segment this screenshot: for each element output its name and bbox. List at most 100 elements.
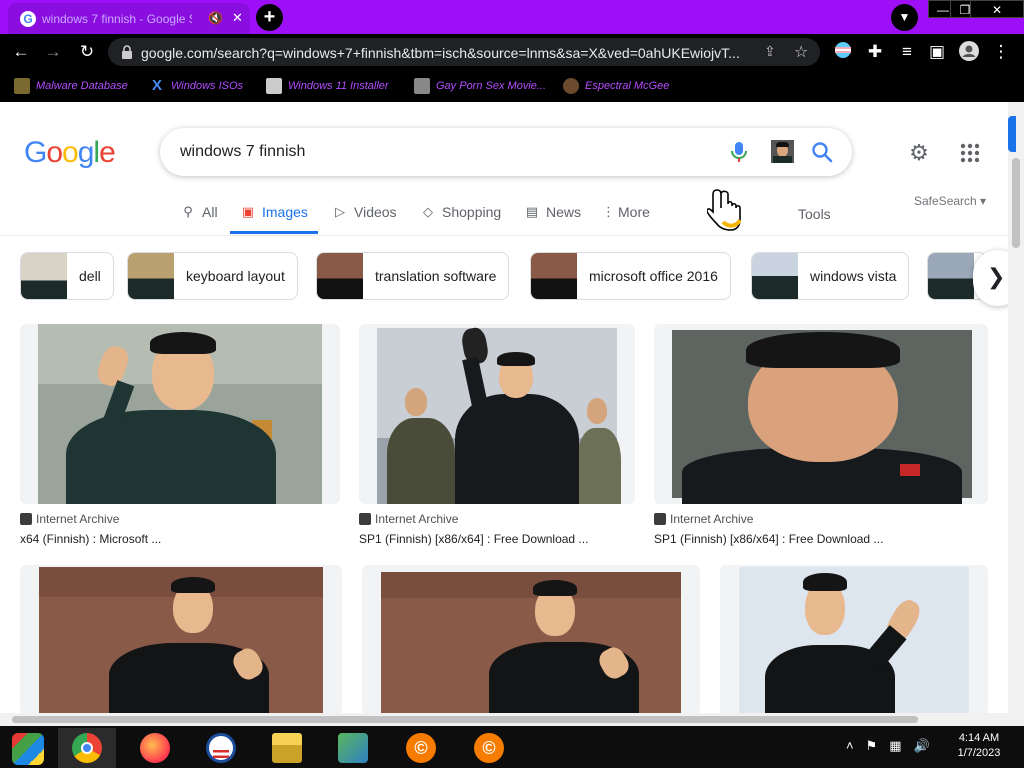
scrollbar-thumb[interactable]	[1012, 158, 1020, 248]
photo-group-waving	[377, 326, 621, 504]
reload-icon[interactable]: ↻	[76, 41, 98, 63]
bookmark-malware-database[interactable]: Malware Database	[14, 77, 128, 95]
clock-date: 1/7/2023	[957, 747, 1001, 759]
photo-person-waving	[38, 324, 322, 504]
lens-thumbnail-icon[interactable]	[771, 140, 794, 163]
browser-tab[interactable]: G windows 7 finnish - Google S... 🔇 ✕	[8, 3, 250, 34]
side-panel-icon[interactable]: ▣	[926, 41, 948, 63]
result-title[interactable]: x64 (Finnish) : Microsoft ...	[20, 532, 161, 546]
search-icon[interactable]	[810, 140, 834, 164]
google-images-page: Google windows 7 finnish ⚙ ⚲ All ▣ Image…	[0, 102, 1008, 714]
safesearch-dropdown[interactable]: SafeSearch ▾	[914, 194, 986, 208]
bookmark-espectral-mcgee[interactable]: Espectral McGee	[563, 77, 669, 95]
tab-news[interactable]: ▤ News	[524, 204, 581, 234]
image-result[interactable]: Internet Archive SP1 (Finnish) [x86/x64]…	[359, 324, 635, 546]
tab-videos[interactable]: ▷ Videos	[332, 204, 397, 234]
chrome-icon	[72, 733, 102, 763]
result-title[interactable]: SP1 (Finnish) [x86/x64] : Free Download …	[359, 532, 588, 546]
kebab-menu-icon[interactable]: ⋮	[990, 41, 1012, 63]
bookmark-windows-isos[interactable]: X Windows ISOs	[149, 77, 243, 95]
taskbar-file-explorer[interactable]	[258, 728, 316, 768]
speaker-mute-icon[interactable]: 🔇	[208, 11, 223, 25]
chip-label: dell	[79, 268, 101, 284]
tab-images[interactable]: ▣ Images	[230, 204, 318, 234]
bookmark-label: Espectral McGee	[585, 80, 670, 92]
google-logo[interactable]: Google	[24, 136, 116, 170]
vertical-scrollbar[interactable]	[1008, 102, 1024, 714]
taskbar-app-c[interactable]: ©	[392, 728, 450, 768]
related-chip-microsoft-office-2016[interactable]: microsoft office 2016	[530, 252, 731, 300]
start-button[interactable]	[0, 728, 58, 768]
result-image[interactable]	[20, 565, 342, 714]
tab-more[interactable]: ⋮ More	[602, 204, 650, 234]
tab-close-icon[interactable]: ✕	[232, 10, 243, 26]
related-chip-translation-software[interactable]: translation software	[316, 252, 510, 300]
obama-logo-icon	[206, 733, 236, 763]
horizontal-scrollbar[interactable]	[0, 713, 1024, 726]
result-source[interactable]: Internet Archive	[654, 512, 753, 526]
forward-arrow-icon[interactable]: →	[42, 41, 64, 63]
image-result[interactable]	[20, 565, 342, 714]
bookmark-star-icon[interactable]: ☆	[794, 42, 808, 62]
extensions-puzzle-icon[interactable]: ✚	[864, 41, 886, 63]
tab-label: Images	[262, 204, 308, 220]
scrollbar-thumb[interactable]	[12, 716, 918, 723]
search-box[interactable]: windows 7 finnish	[160, 128, 852, 176]
feedback-tab[interactable]	[1008, 116, 1016, 152]
result-image[interactable]	[362, 565, 700, 714]
apps-grid-icon[interactable]	[959, 142, 981, 164]
result-image[interactable]	[359, 324, 635, 504]
tools-button[interactable]: Tools	[798, 206, 831, 222]
close-window-button[interactable]: ✕	[970, 0, 1024, 18]
lock-icon	[122, 45, 132, 59]
share-icon[interactable]: ⇪	[764, 43, 776, 60]
photo-person-clapping-sky	[739, 567, 969, 714]
result-source[interactable]: Internet Archive	[359, 512, 458, 526]
bookmark-windows-11-installer[interactable]: Windows 11 Installer	[266, 77, 389, 95]
taskbar-app-c[interactable]: ©	[460, 728, 518, 768]
url-text[interactable]: google.com/search?q=windows+7+finnish&tb…	[141, 45, 761, 61]
related-chip-windows-vista[interactable]: windows vista	[751, 252, 910, 300]
image-result[interactable]: Internet Archive x64 (Finnish) : Microso…	[20, 324, 340, 546]
tab-all[interactable]: ⚲ All	[180, 204, 217, 234]
pride-flag-extension-icon[interactable]	[832, 41, 854, 63]
taskbar-chrome[interactable]	[58, 728, 116, 768]
volume-icon[interactable]: 🔊	[914, 738, 930, 754]
image-result[interactable]	[720, 565, 988, 714]
taskbar-network-app[interactable]	[324, 728, 382, 768]
image-result[interactable]: Internet Archive SP1 (Finnish) [x86/x64]…	[654, 324, 988, 546]
result-title[interactable]: SP1 (Finnish) [x86/x64] : Free Download …	[654, 532, 883, 546]
network-people-icon	[338, 733, 368, 763]
back-arrow-icon[interactable]: ←	[10, 41, 32, 63]
tray-chevron-up-icon[interactable]: ˄	[846, 738, 854, 754]
taskbar-firefox[interactable]	[126, 728, 184, 768]
chip-label: keyboard layout	[186, 268, 285, 284]
tab-search-button[interactable]: ▼	[891, 4, 918, 31]
tab-shopping[interactable]: ◇ Shopping	[420, 204, 501, 234]
file-explorer-icon	[272, 733, 302, 763]
address-bar[interactable]: google.com/search?q=windows+7+finnish&tb…	[108, 38, 820, 66]
result-image[interactable]	[20, 324, 340, 504]
system-clock[interactable]: 4:14 AM 1/7/2023	[944, 731, 1014, 761]
action-center-flag-icon[interactable]: ⚑	[866, 738, 878, 754]
related-chip-dell[interactable]: dell	[20, 252, 114, 300]
chip-label: windows vista	[810, 268, 897, 284]
microphone-icon[interactable]	[728, 140, 750, 164]
image-result[interactable]	[362, 565, 700, 714]
x-logo-icon: X	[151, 77, 162, 94]
new-tab-button[interactable]: +	[256, 4, 283, 31]
network-icon[interactable]: ▦	[889, 738, 901, 754]
hand-pointer-cursor-icon	[707, 189, 741, 231]
search-input[interactable]: windows 7 finnish	[180, 143, 305, 161]
related-chip-keyboard-layout[interactable]: keyboard layout	[127, 252, 298, 300]
bookmark-person-icon	[14, 78, 30, 94]
settings-gear-icon[interactable]: ⚙	[906, 140, 932, 166]
result-source[interactable]: Internet Archive	[20, 512, 119, 526]
bookmark-movie-site[interactable]: Gay Porn Sex Movie...	[414, 77, 546, 95]
profile-avatar-icon[interactable]	[958, 41, 980, 63]
chip-thumbnail	[128, 253, 174, 299]
result-image[interactable]	[654, 324, 988, 504]
taskbar-app-obama-logo[interactable]	[192, 728, 250, 768]
media-controls-icon[interactable]: ≡	[896, 41, 918, 63]
result-image[interactable]	[720, 565, 988, 714]
